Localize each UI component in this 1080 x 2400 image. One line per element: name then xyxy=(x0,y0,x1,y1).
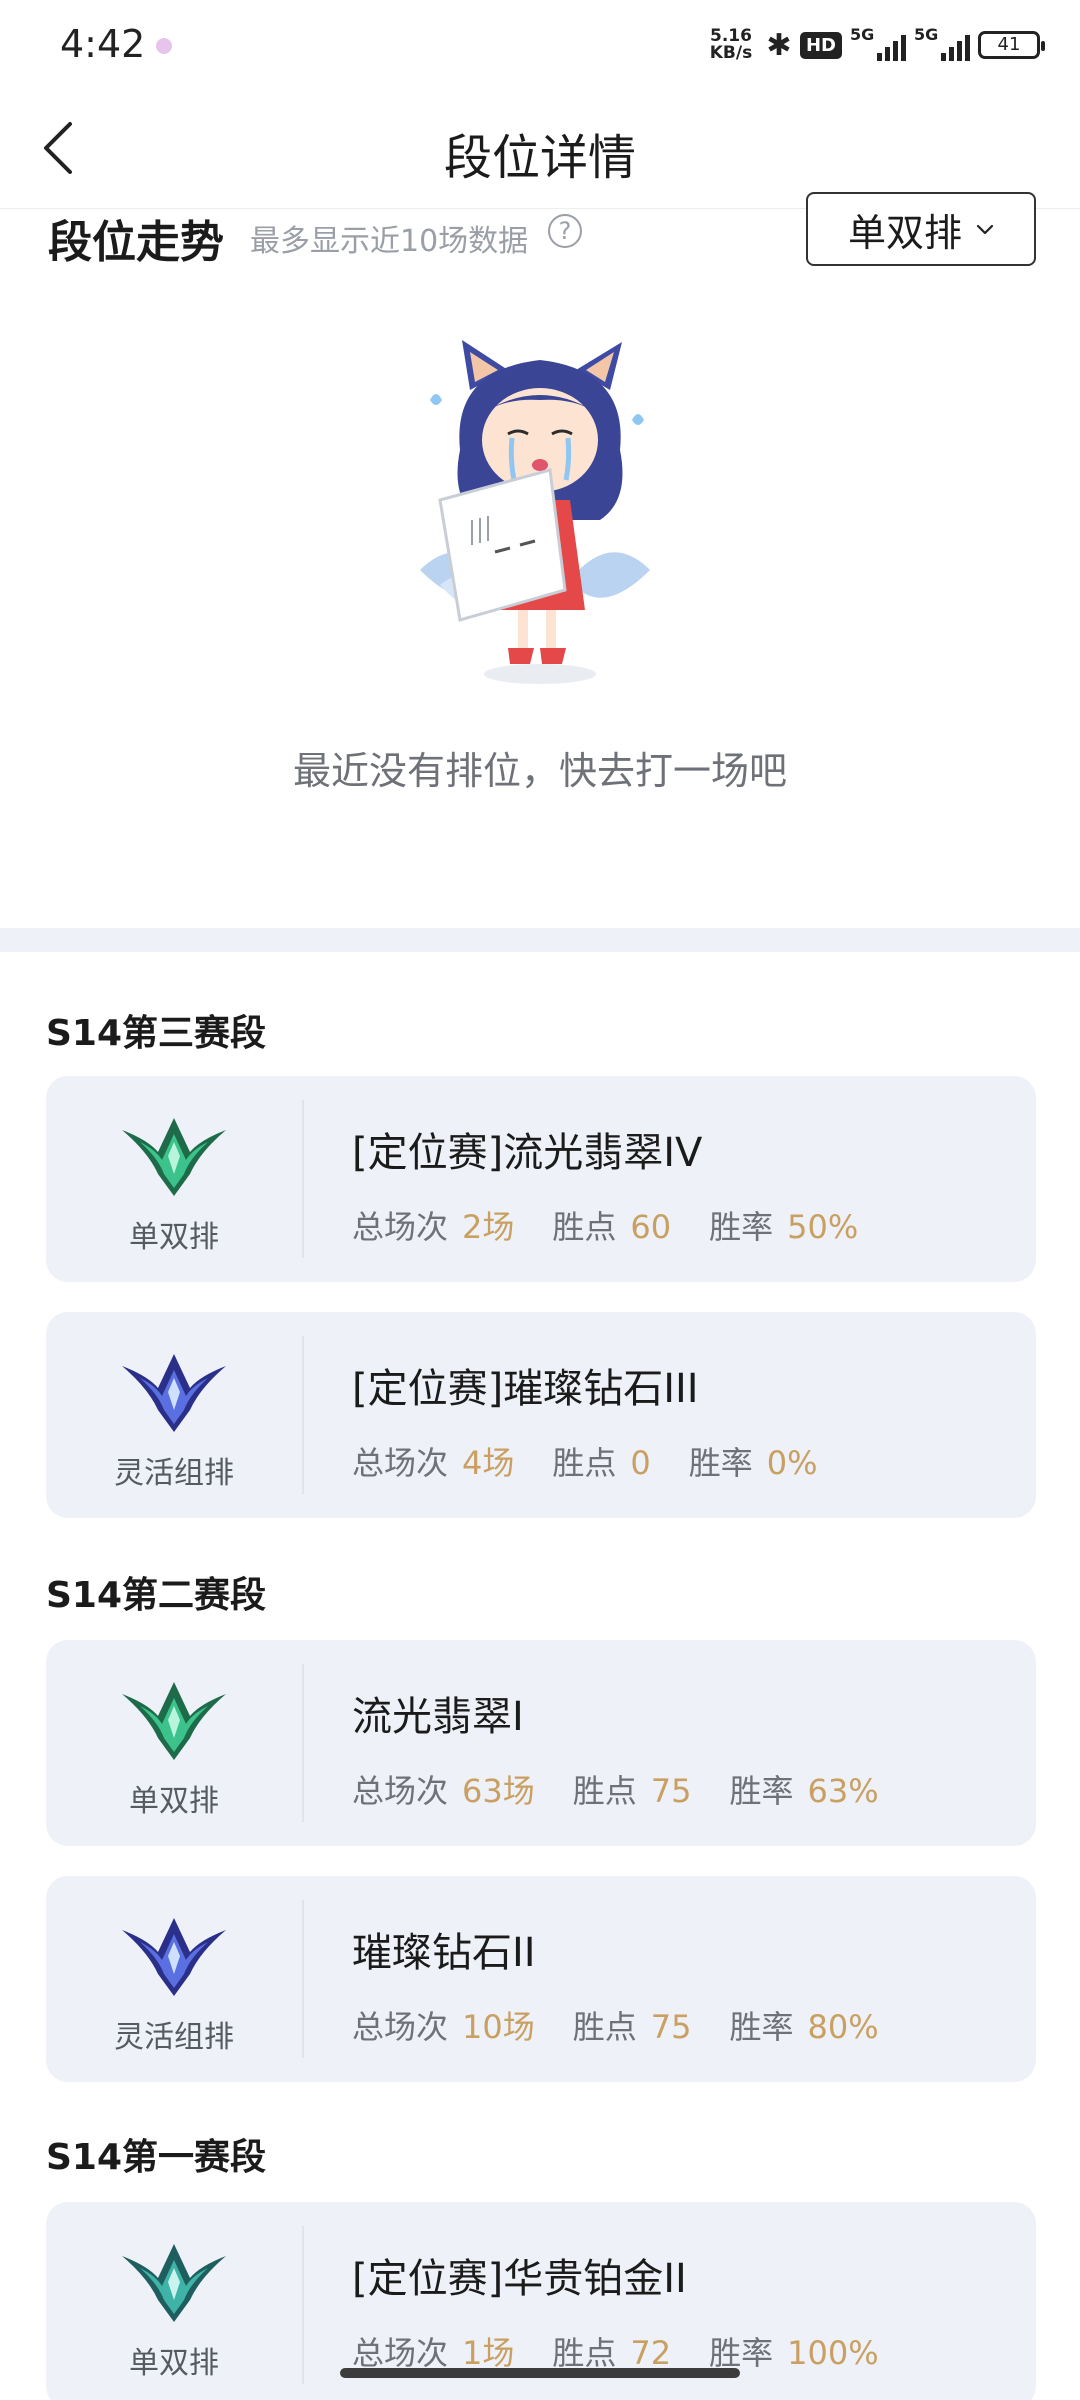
section-divider xyxy=(0,928,1080,952)
winrate-value: 63% xyxy=(807,1772,879,1810)
notification-dot-icon xyxy=(156,38,172,54)
status-indicators: 5.16 KB/s ✱ HD 5G 5G 41 xyxy=(704,24,1045,66)
emerald-emblem-icon xyxy=(122,1682,226,1760)
rank-stats: 总场次 63场 胜点 75 胜率 63% xyxy=(352,1766,917,1812)
rank-detail-page: 4:42 5.16 KB/s ✱ HD 5G 5G 41 段位详情 段位走势 最… xyxy=(0,0,1080,2400)
points-label: 胜点 xyxy=(552,2334,617,2372)
card-separator xyxy=(302,1900,304,2058)
season-title: S14第二赛段 xyxy=(46,1575,267,1616)
rank-card-left: 单双排 xyxy=(46,2202,302,2400)
card-separator xyxy=(302,1664,304,1822)
rank-card-left: 灵活组排 xyxy=(46,1876,302,2082)
winrate-label: 胜率 xyxy=(688,1444,753,1482)
trend-section-title: 段位走势 xyxy=(48,217,224,268)
rank-card[interactable]: 灵活组排 [定位赛]璀璨钻石III 总场次 4场 胜点 0 胜率 0% xyxy=(46,1312,1036,1518)
points-label: 胜点 xyxy=(552,1444,617,1482)
signal-sim2-icon: 5G xyxy=(914,25,970,63)
games-value: 4场 xyxy=(462,1444,515,1482)
empty-state-message: 最近没有排位，快去打一场吧 xyxy=(292,749,787,793)
games-value: 1场 xyxy=(462,2334,515,2372)
winrate-value: 80% xyxy=(807,2008,879,2046)
winrate-value: 100% xyxy=(787,2334,879,2372)
points-value: 75 xyxy=(650,2008,692,2046)
rank-card-left: 单双排 xyxy=(46,1640,302,1846)
winrate-value: 50% xyxy=(787,1208,859,1246)
card-separator xyxy=(302,2226,304,2384)
emerald-emblem-icon xyxy=(122,1118,226,1196)
queue-label: 单双排 xyxy=(129,1784,219,1819)
games-label: 总场次 xyxy=(352,2334,449,2372)
crying-mascot-illustration xyxy=(420,340,650,684)
queue-label: 单双排 xyxy=(129,2346,219,2381)
rank-stats: 总场次 2场 胜点 60 胜率 50% xyxy=(352,1202,896,1248)
network-speed: 5.16 KB/s xyxy=(704,28,758,62)
games-value: 10场 xyxy=(462,2008,535,2046)
season-title: S14第三赛段 xyxy=(46,1013,267,1054)
battery-level: 41 xyxy=(997,34,1021,55)
queue-label: 灵活组排 xyxy=(114,1456,234,1491)
games-label: 总场次 xyxy=(352,2008,449,2046)
rank-card[interactable]: 单双排 流光翡翠I 总场次 63场 胜点 75 胜率 63% xyxy=(46,1640,1036,1846)
winrate-label: 胜率 xyxy=(729,2008,794,2046)
winrate-label: 胜率 xyxy=(709,2334,774,2372)
trend-hint-text: 最多显示近10场数据 xyxy=(250,224,529,259)
season-title: S14第一赛段 xyxy=(46,2137,267,2178)
queue-type-selected: 单双排 xyxy=(847,210,962,255)
card-separator xyxy=(302,1100,304,1258)
sim1-network-label: 5G xyxy=(850,25,875,44)
queue-type-dropdown[interactable]: 单双排 xyxy=(806,192,1036,266)
points-label: 胜点 xyxy=(572,1772,637,1810)
card-separator xyxy=(302,1336,304,1494)
winrate-value: 0% xyxy=(766,1444,818,1482)
rank-name: [定位赛]璀璨钻石III xyxy=(352,1366,699,1412)
points-value: 0 xyxy=(630,1444,651,1482)
games-label: 总场次 xyxy=(352,1208,449,1246)
points-label: 胜点 xyxy=(552,1208,617,1246)
chevron-down-icon xyxy=(976,224,994,235)
rank-card-left: 灵活组排 xyxy=(46,1312,302,1518)
points-value: 60 xyxy=(630,1208,672,1246)
home-indicator[interactable] xyxy=(340,2368,740,2378)
rank-name: [定位赛]华贵铂金II xyxy=(352,2256,687,2302)
rank-card-left: 单双排 xyxy=(46,1076,302,1282)
status-time: 4:42 xyxy=(60,22,146,66)
help-icon[interactable]: ? xyxy=(548,214,582,248)
status-bar: 4:42 5.16 KB/s ✱ HD 5G 5G 41 xyxy=(0,0,1080,90)
signal-sim1-icon: 5G xyxy=(850,25,906,63)
points-value: 72 xyxy=(630,2334,672,2372)
games-label: 总场次 xyxy=(352,1444,449,1482)
rank-name: 流光翡翠I xyxy=(352,1694,524,1740)
points-value: 75 xyxy=(650,1772,692,1810)
games-value: 63场 xyxy=(462,1772,535,1810)
battery-icon: 41 xyxy=(978,31,1045,59)
games-label: 总场次 xyxy=(352,1772,449,1810)
winrate-label: 胜率 xyxy=(709,1208,774,1246)
bluetooth-icon: ✱ xyxy=(766,27,792,63)
queue-label: 单双排 xyxy=(129,1220,219,1255)
platinum-emblem-icon xyxy=(122,2244,226,2322)
hd-voice-badge: HD xyxy=(799,31,842,59)
rank-stats: 总场次 10场 胜点 75 胜率 80% xyxy=(352,2002,917,2048)
rank-name: [定位赛]流光翡翠IV xyxy=(352,1130,703,1176)
sim2-network-label: 5G xyxy=(914,25,939,44)
queue-label: 灵活组排 xyxy=(114,2020,234,2055)
rank-name: 璀璨钻石II xyxy=(352,1930,536,1976)
games-value: 2场 xyxy=(462,1208,515,1246)
page-title: 段位详情 xyxy=(443,130,636,186)
winrate-label: 胜率 xyxy=(729,1772,794,1810)
diamond-emblem-icon xyxy=(122,1918,226,1996)
points-label: 胜点 xyxy=(572,2008,637,2046)
rank-card[interactable]: 灵活组排 璀璨钻石II 总场次 10场 胜点 75 胜率 80% xyxy=(46,1876,1036,2082)
diamond-emblem-icon xyxy=(122,1354,226,1432)
rank-card[interactable]: 单双排 [定位赛]流光翡翠IV 总场次 2场 胜点 60 胜率 50% xyxy=(46,1076,1036,1282)
rank-stats: 总场次 4场 胜点 0 胜率 0% xyxy=(352,1438,856,1484)
network-speed-unit: KB/s xyxy=(709,43,753,63)
